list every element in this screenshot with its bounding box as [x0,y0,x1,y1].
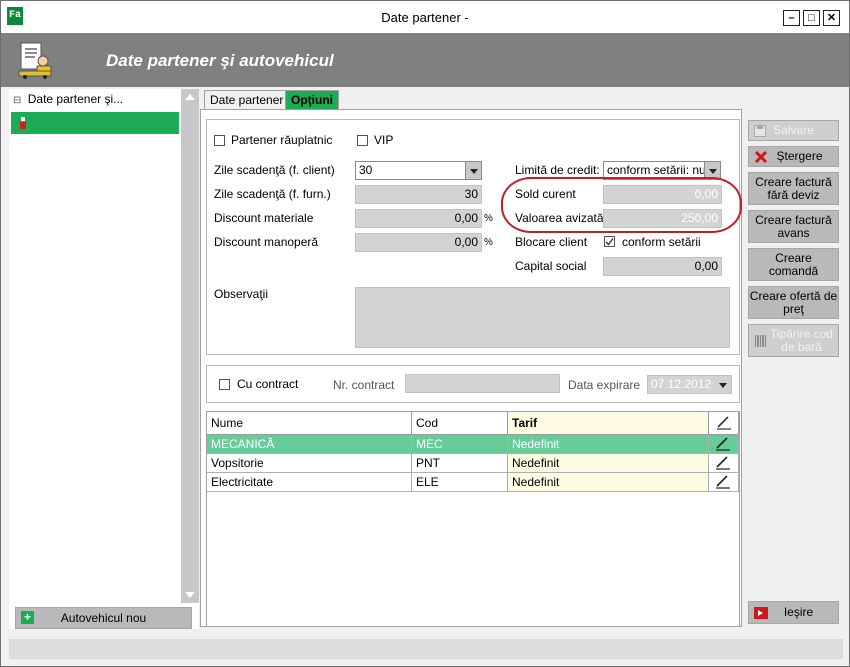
barcode-icon [755,335,766,347]
save-button[interactable]: Salvare [748,120,839,141]
delete-label: Ştergere [776,149,823,163]
exit-door-icon [754,607,768,619]
discount-manopera-unit: % [484,237,493,248]
discount-manopera-field[interactable]: 0,00 [355,233,482,252]
close-button[interactable]: ✕ [823,10,840,26]
edit-pencil-icon[interactable] [714,436,732,452]
table-row[interactable]: Electricitate ELE Nedefinit [207,473,739,492]
rau-platnic-checkbox[interactable] [214,135,225,146]
highlight-ellipse [501,177,742,233]
exit-button[interactable]: Ieşire [748,601,839,624]
tab-date-partener[interactable]: Date partener [204,90,290,110]
limita-credit-label: Limită de credit: [515,163,600,177]
exit-label: Ieşire [783,605,814,619]
tab-optiuni[interactable]: Opţiuni [285,90,339,110]
delete-button[interactable]: Ştergere [748,146,839,167]
new-vehicle-button[interactable]: + Autovehicul nou [15,607,192,629]
page-header: Date partener şi autovehicul [1,33,849,87]
status-bar [9,639,843,659]
cell-nume: Electricitate [207,473,412,492]
checkmark-icon [605,238,614,246]
column-header-cod[interactable]: Cod [412,412,508,435]
delete-x-icon [754,150,768,164]
table-row[interactable]: Vopsitorie PNT Nedefinit [207,454,739,473]
column-header-edit [709,412,739,435]
observatii-label: Observaţii [214,287,269,301]
capital-social-label: Capital social [515,259,587,273]
cu-contract-checkbox[interactable] [219,379,230,390]
discount-manopera-label: Discount manoperă [214,235,319,249]
window-title: Date partener - [381,10,469,25]
chevron-down-icon[interactable] [715,376,731,393]
data-expirare-value: 07.12.2012 [651,377,712,391]
minimize-button[interactable]: – [783,10,800,26]
pencil-icon [717,416,731,430]
tree-item-selected-vehicle[interactable] [11,112,179,134]
factura-fara-deviz-button[interactable]: Creare factură fără deviz [748,172,839,205]
nr-contract-field[interactable] [405,374,560,393]
print-barcode-button[interactable]: Tipărire cod de bară [748,324,839,357]
limita-credit-value: conform setării: nu [607,163,706,177]
tree-collapse-icon[interactable]: ⊟ [13,95,21,106]
maximize-button[interactable]: □ [803,10,820,26]
discount-materiale-label: Discount materiale [214,211,314,225]
column-header-tarif[interactable]: Tarif [508,412,709,435]
creare-comanda-button[interactable]: Creare comandă [748,248,839,281]
scroll-up-icon[interactable] [185,94,195,100]
tree-root-label: Date partener şi... [27,92,124,106]
cell-edit[interactable] [709,454,739,473]
page-title: Date partener şi autovehicul [106,51,334,70]
oferta-pret-button[interactable]: Creare ofertă de preţ [748,286,839,319]
floppy-disk-icon [754,125,766,137]
data-expirare-select[interactable]: 07.12.2012 [647,375,732,394]
zile-scadenta-client-label: Zile scadenţă (f. client) [214,163,335,177]
print-barcode-label: Tipărire cod de bară [770,327,833,354]
sidebar-scrollbar[interactable] [181,89,199,603]
cell-nume: MECANICĂ [207,435,412,454]
blocare-client-checkbox[interactable] [604,236,615,247]
tree-root-item[interactable]: ⊟ Date partener şi... [13,92,123,106]
cell-cod: PNT [412,454,508,473]
blocare-client-label: Blocare client [515,235,588,249]
rau-platnic-label: Partener răuplatnic [231,133,333,147]
scroll-down-icon[interactable] [185,592,195,598]
observatii-textarea[interactable] [355,287,730,348]
column-header-nume[interactable]: Nume [207,412,412,435]
zile-scadenta-furn-field[interactable]: 30 [355,185,482,204]
table-row[interactable]: MECANICĂ MEC Nedefinit [207,435,739,454]
edit-pencil-icon[interactable] [714,455,732,471]
cell-tarif: Nedefinit [508,473,709,492]
cell-tarif: Nedefinit [508,454,709,473]
application-window: Fa Date partener - – □ ✕ Date partener ş… [0,0,850,667]
zile-scadenta-client-select[interactable]: 30 [355,161,482,180]
save-label: Salvare [773,123,814,137]
new-vehicle-label: Autovehicul nou [60,611,147,625]
cell-cod: ELE [412,473,508,492]
edit-pencil-icon[interactable] [714,474,732,490]
cu-contract-label: Cu contract [237,377,299,391]
factura-avans-button[interactable]: Creare factură avans [748,210,839,243]
cell-cod: MEC [412,435,508,454]
blocare-client-check-label: conform setării [622,235,701,249]
zile-scadenta-client-value: 30 [359,163,373,177]
discount-materiale-field[interactable]: 0,00 [355,209,482,228]
services-grid: Nume Cod Tarif MECANICĂ MEC Nedefinit Vo… [206,411,740,627]
vehicle-icon [20,117,26,129]
title-bar: Fa Date partener - – □ ✕ [1,1,849,33]
chevron-down-icon[interactable] [465,162,481,179]
nr-contract-label: Nr. contract [333,378,395,392]
cell-nume: Vopsitorie [207,454,412,473]
data-expirare-label: Data expirare [568,378,641,392]
vip-checkbox[interactable] [357,135,368,146]
cell-edit[interactable] [709,435,739,454]
cell-edit[interactable] [709,473,739,492]
zile-scadenta-furn-label: Zile scadenţă (f. furn.) [214,187,331,201]
capital-social-field[interactable]: 0,00 [603,257,722,276]
discount-materiale-unit: % [484,213,493,224]
sidebar-tree: ⊟ Date partener şi... + Autovehicul nou [9,89,199,629]
cell-tarif: Nedefinit [508,435,709,454]
partner-document-icon [18,42,52,79]
vip-label: VIP [374,133,394,147]
